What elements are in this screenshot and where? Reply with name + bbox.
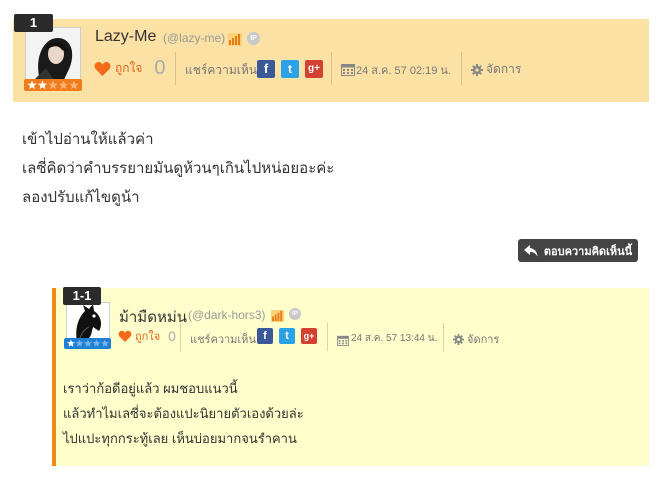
stats-icon[interactable] [228, 31, 242, 50]
subcomment-username[interactable]: ม้ามืดหม่น [119, 305, 187, 329]
comment-body-line: ลองปรับแก้ไขดูน้า [22, 189, 140, 206]
like-count: 0 [154, 56, 166, 79]
heart-icon [94, 61, 111, 76]
heart-icon [118, 330, 132, 342]
comment-body-line: เลซี่คิดว่าคำบรรยายมันดูห้วนๆเกินไปหน่อย… [22, 160, 335, 177]
gear-icon [453, 333, 464, 345]
twitter-share-icon[interactable]: t [279, 328, 295, 344]
divider [443, 323, 444, 351]
subcomment-datetime: 24 ส.ค. 57 13:44 น. [351, 333, 438, 344]
facebook-share-icon[interactable]: f [257, 328, 273, 344]
divider [327, 323, 328, 351]
share-label: แชร์ความเห็น [190, 334, 256, 346]
subcomment-user-handle[interactable]: (@dark-hors3) [188, 308, 266, 322]
like-label: ถูกใจ [115, 60, 143, 75]
reply-arrow-icon [523, 244, 538, 256]
user-rank-stars [24, 79, 82, 91]
comment-body-line: เข้าไปอ่านให้แล้วค่า [22, 131, 154, 148]
username[interactable]: Lazy-Me [95, 28, 156, 46]
like-button[interactable]: ถูกใจ 0 [94, 56, 166, 79]
comment-number-badge: 1 [14, 14, 53, 32]
subcomment-rank-stars [64, 338, 111, 349]
subcomment-avatar[interactable] [66, 302, 110, 342]
user-handle[interactable]: (@lazy-me) [163, 31, 225, 45]
googleplus-share-icon[interactable]: g+ [305, 60, 323, 78]
subcomment-body-line: แล้วทำไมเลซี่จะต้องแปะนิยายตัวเองด้วยล่ะ [63, 406, 304, 421]
subcomment-manage-button[interactable]: จัดการ [453, 330, 499, 348]
ip-icon[interactable]: IP [289, 308, 301, 320]
gear-icon [471, 63, 483, 76]
manage-label: จัดการ [467, 334, 500, 346]
twitter-share-icon[interactable]: t [281, 60, 299, 78]
subcomment-body-line: เราว่าก้อดีอยู่แล้ว ผมชอบแนวนี้ [63, 381, 238, 396]
calendar-icon [337, 331, 349, 350]
divider [461, 52, 462, 85]
like-label: ถูกใจ [135, 331, 161, 343]
reply-button-label: ตอบความคิดเห็นนี้ [543, 245, 633, 258]
manage-label: จัดการ [486, 62, 522, 76]
avatar[interactable] [25, 27, 81, 81]
stats-icon[interactable] [271, 307, 284, 326]
googleplus-share-icon[interactable]: g+ [301, 328, 317, 344]
divider [175, 52, 176, 85]
like-count: 0 [168, 328, 176, 344]
comment-datetime: 24 ส.ค. 57 02:19 น. [356, 65, 451, 77]
divider [331, 52, 332, 85]
reply-button[interactable]: ตอบความคิดเห็นนี้ [518, 239, 638, 262]
share-label: แชร์ความเห็น [185, 63, 257, 77]
divider [180, 323, 181, 351]
ip-icon[interactable]: IP [247, 32, 260, 45]
facebook-share-icon[interactable]: f [257, 60, 275, 78]
manage-button[interactable]: จัดการ [471, 60, 521, 79]
calendar-icon [341, 61, 355, 80]
subcomment-like-button[interactable]: ถูกใจ 0 [118, 327, 176, 345]
subcomment-number-badge: 1-1 [63, 287, 101, 305]
subcomment-body-line: ไปแปะทุกกระทู้เลย เห็นบ่อยมากจนรำคาน [63, 431, 297, 446]
